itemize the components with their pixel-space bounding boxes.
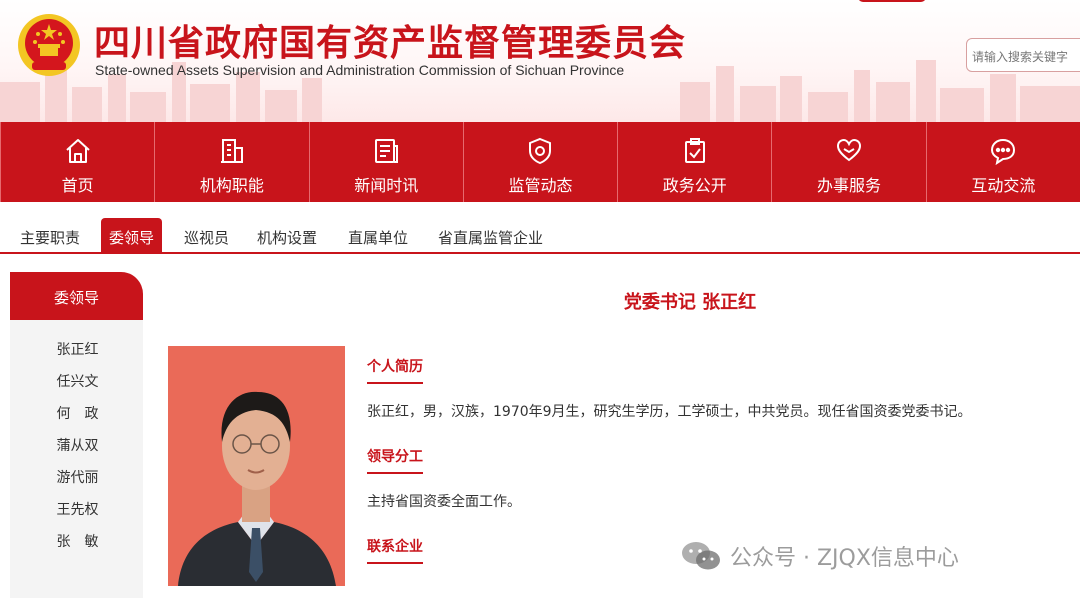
tab-inspectors[interactable]: 巡视员	[184, 218, 229, 252]
nav-label: 办事服务	[817, 176, 882, 195]
nav-item-government-affairs[interactable]: 政务公开	[617, 122, 771, 202]
nav-label: 政务公开	[662, 176, 727, 195]
heart-hands-icon	[837, 138, 862, 162]
nav-label: 新闻时讯	[354, 176, 419, 195]
clipboard-check-icon	[684, 138, 705, 163]
page-title: 党委书记 张正红	[623, 292, 757, 313]
sidebar-item-leader[interactable]: 蒲从双	[10, 428, 143, 460]
national-emblem-icon	[18, 14, 80, 76]
portrait-illustration	[168, 346, 345, 586]
nav-item-services[interactable]: 办事服务	[771, 122, 925, 202]
tab-leaders[interactable]: 委领导	[101, 218, 163, 252]
section-heading-contact-enterprises: 联系企业	[367, 536, 423, 564]
nav-label: 互动交流	[971, 176, 1036, 195]
tab-affiliated-units[interactable]: 直属单位	[348, 218, 408, 252]
sidebar-item-leader[interactable]: 何 政	[10, 396, 143, 428]
nav-item-interaction[interactable]: 互动交流	[925, 122, 1080, 202]
watermark-text: 公众号 · ZJQX信息中心	[730, 546, 959, 571]
section-heading-duties: 领导分工	[367, 446, 423, 474]
site-title-chinese: 四川省政府国有资产监督管理委员会	[94, 23, 687, 64]
section-text-resume: 张正红，男，汉族，1970年9月生，研究生学历，工学硕士，中共党员。现任省国资委…	[367, 404, 972, 420]
sidebar-item-leader[interactable]: 游代丽	[10, 460, 143, 492]
building-icon	[220, 139, 243, 163]
sidebar: 委领导 张正红 任兴文 何 政 蒲从双 游代丽 王先权 张 敏	[10, 272, 143, 598]
nav-item-organization[interactable]: 机构职能	[154, 122, 308, 202]
news-document-icon	[375, 139, 399, 163]
home-icon	[65, 139, 90, 163]
main-navigation: 首页 机构职能 新闻时讯 监管动态 政务公开 办事服务 互动交流	[0, 122, 1080, 202]
sidebar-item-leader[interactable]: 张 敏	[10, 524, 143, 556]
wechat-watermark: 公众号 · ZJQX信息中心	[680, 538, 959, 574]
tab-main-duties[interactable]: 主要职责	[20, 218, 80, 252]
sidebar-item-leader[interactable]: 张正红	[10, 332, 143, 364]
sidebar-item-leader[interactable]: 任兴文	[10, 364, 143, 396]
leader-portrait	[168, 346, 345, 586]
chat-bubble-icon	[991, 138, 1016, 166]
search-input[interactable]: 请输入搜索关键字	[966, 38, 1080, 72]
nav-item-news[interactable]: 新闻时讯	[308, 122, 463, 202]
nav-label: 机构职能	[199, 176, 264, 195]
nav-item-supervision[interactable]: 监管动态	[462, 122, 617, 202]
tab-organization[interactable]: 机构设置	[257, 218, 317, 252]
section-text-duties: 主持省国资委全面工作。	[367, 494, 521, 510]
site-header: 四川省政府国有资产监督管理委员会 State-owned Assets Supe…	[0, 0, 1080, 122]
nav-label: 监管动态	[508, 176, 573, 195]
sidebar-list: 张正红 任兴文 何 政 蒲从双 游代丽 王先权 张 敏	[10, 320, 143, 556]
sub-navigation: 主要职责 委领导 巡视员 机构设置 直属单位 省直属监管企业	[0, 218, 1080, 254]
sidebar-item-leader[interactable]: 王先权	[10, 492, 143, 524]
nav-item-home[interactable]: 首页	[0, 122, 154, 202]
section-heading-resume: 个人简历	[367, 356, 423, 384]
tab-supervised-enterprises[interactable]: 省直属监管企业	[438, 218, 543, 252]
shield-eye-icon	[529, 137, 552, 165]
top-decoration-bar	[858, 0, 926, 2]
nav-label: 首页	[61, 176, 94, 195]
sidebar-heading: 委领导	[10, 272, 143, 320]
wechat-icon	[682, 542, 720, 570]
site-title-english: State-owned Assets Supervision and Admin…	[95, 62, 625, 78]
